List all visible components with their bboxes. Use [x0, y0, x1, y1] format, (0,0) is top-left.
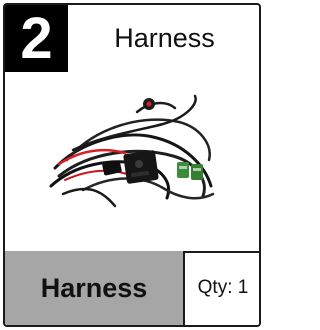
step-number-badge: 2: [5, 5, 68, 72]
part-name-label: Harness: [5, 251, 183, 325]
quantity-label: Qty: 1: [183, 251, 259, 325]
part-card: 2 Harness Harness Qty: 1: [3, 3, 261, 327]
wiring-harness-image: [49, 94, 215, 208]
part-title: Harness: [114, 23, 215, 53]
